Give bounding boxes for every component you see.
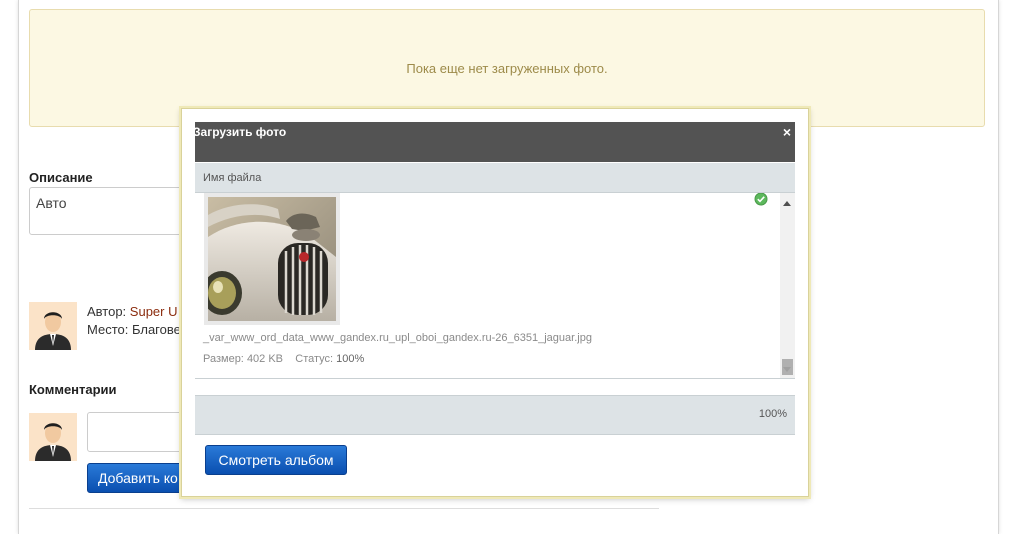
place-value: Благове bbox=[131, 322, 181, 337]
file-meta: Размер: 402 KB Статус: 100% bbox=[203, 353, 364, 365]
author-label: Автор: bbox=[87, 304, 127, 319]
scroll-up-icon[interactable] bbox=[783, 201, 791, 206]
status-value: 100% bbox=[336, 353, 365, 365]
modal-title: Загрузить фото bbox=[193, 125, 287, 139]
photo-thumbnail bbox=[204, 193, 340, 325]
divider bbox=[29, 508, 659, 509]
file-list-scrollbar[interactable] bbox=[780, 193, 795, 378]
comments-title: Комментарии bbox=[29, 382, 117, 397]
total-progress-text: 100% bbox=[758, 408, 787, 420]
upload-file-list: _var_www_ord_data_www_gandex.ru_upl_oboi… bbox=[195, 193, 795, 379]
size-label: Размер: bbox=[203, 353, 244, 365]
close-icon[interactable]: × bbox=[783, 124, 791, 140]
file-name-column-header: Имя файла bbox=[195, 163, 795, 193]
check-circle-icon bbox=[754, 193, 768, 206]
size-value: 402 KB bbox=[246, 353, 284, 365]
place-label: Место: bbox=[87, 322, 129, 337]
scroll-down-icon[interactable] bbox=[783, 367, 791, 372]
author-link[interactable]: Super U bbox=[130, 304, 178, 319]
uploaded-file-name: _var_www_ord_data_www_gandex.ru_upl_oboi… bbox=[203, 332, 592, 344]
view-album-button[interactable]: Смотреть альбом bbox=[205, 445, 347, 475]
commenter-avatar bbox=[29, 413, 77, 461]
place-line: Место: Благове bbox=[87, 322, 181, 337]
total-progress-bar: 100% bbox=[195, 395, 795, 435]
description-title: Описание bbox=[29, 170, 93, 185]
upload-photo-modal: Загрузить фото × Имя файла _var_www_ord_… bbox=[181, 108, 809, 497]
author-avatar bbox=[29, 302, 77, 350]
modal-header: Загрузить фото × bbox=[193, 122, 795, 162]
author-line: Автор: Super U bbox=[87, 304, 178, 319]
status-label: Статус: bbox=[295, 353, 334, 365]
